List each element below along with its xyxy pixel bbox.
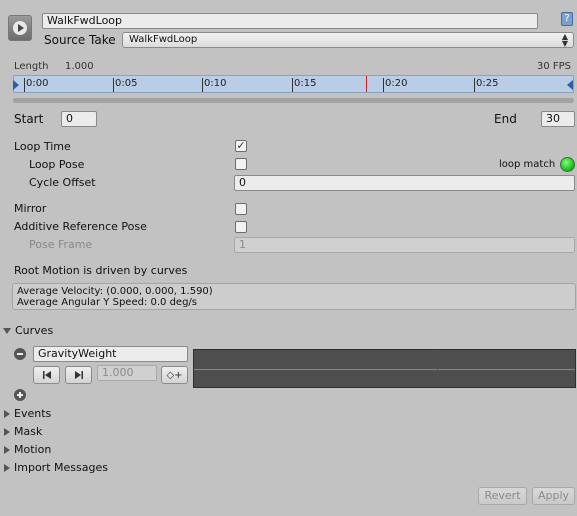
loop-pose-label: Loop Pose: [29, 158, 85, 171]
start-label: Start: [14, 112, 44, 126]
next-key-icon: [74, 371, 83, 379]
revert-button[interactable]: Revert: [478, 487, 527, 505]
tick-label: 0:00: [26, 78, 49, 89]
end-marker-icon[interactable]: [567, 80, 573, 90]
dropdown-arrows-icon: ▲ ▼: [561, 32, 568, 48]
motion-label: Motion: [14, 443, 52, 456]
import-messages-label: Import Messages: [14, 461, 108, 474]
tick-3: [292, 78, 293, 92]
average-angular-speed-text: Average Angular Y Speed: 0.0 deg/s: [17, 297, 197, 308]
playhead[interactable]: [366, 76, 367, 92]
foldout-closed-icon: [4, 428, 10, 436]
tick-4: [383, 78, 384, 92]
foldout-closed-icon: [4, 446, 10, 454]
loop-match-indicator-icon: [560, 157, 575, 172]
tick-label: 0:05: [115, 78, 138, 89]
additive-pose-label: Additive Reference Pose: [14, 220, 147, 233]
fps-label: 30 FPS: [537, 61, 572, 72]
source-take-label: Source Take: [44, 33, 116, 47]
loop-pose-checkbox[interactable]: [235, 158, 247, 170]
root-motion-title: Root Motion is driven by curves: [14, 264, 188, 277]
apply-button[interactable]: Apply: [532, 487, 575, 505]
add-key-icon: ◇+: [166, 370, 183, 381]
timeline-scrollbar[interactable]: [13, 98, 574, 103]
tick-5: [474, 78, 475, 92]
events-foldout[interactable]: Events: [4, 407, 51, 420]
length-value: 1.000: [65, 61, 94, 72]
tick-label: 0:10: [204, 78, 227, 89]
motion-foldout[interactable]: Motion: [4, 443, 51, 456]
tick-label: 0:20: [385, 78, 408, 89]
foldout-closed-icon: [4, 464, 10, 472]
prev-key-icon: [42, 371, 51, 379]
tick-label: 0:25: [476, 78, 499, 89]
average-velocity-text: Average Velocity: (0.000, 0.000, 1.590): [17, 286, 213, 297]
mirror-checkbox[interactable]: [235, 203, 247, 215]
add-key-button[interactable]: ◇+: [161, 366, 188, 384]
curves-label: Curves: [15, 324, 54, 337]
timeline-ruler[interactable]: 0:00 0:05 0:10 0:15 0:20 0:25: [13, 75, 574, 93]
help-icon[interactable]: ?: [561, 12, 573, 26]
next-key-button[interactable]: [65, 366, 92, 384]
clip-name-field[interactable]: WalkFwdLoop: [42, 13, 538, 29]
start-marker-icon[interactable]: [13, 80, 19, 90]
mask-foldout[interactable]: Mask: [4, 425, 42, 438]
curve-graph[interactable]: [193, 349, 576, 388]
cycle-offset-field[interactable]: 0: [234, 175, 575, 191]
events-label: Events: [14, 407, 52, 420]
end-label: End: [494, 112, 517, 126]
loop-time-checkbox[interactable]: ✓: [235, 140, 247, 152]
pose-frame-label: Pose Frame: [29, 238, 93, 251]
curve-value-field: 1.000: [97, 365, 157, 381]
remove-curve-icon[interactable]: [14, 348, 26, 360]
tick-1: [113, 78, 114, 92]
curve-line: [194, 369, 575, 370]
source-take-dropdown[interactable]: WalkFwdLoop ▲ ▼: [122, 32, 574, 48]
root-motion-info-box: Average Velocity: (0.000, 0.000, 1.590) …: [12, 283, 576, 310]
prev-key-button[interactable]: [33, 366, 60, 384]
loop-time-label: Loop Time: [14, 140, 71, 153]
cycle-offset-label: Cycle Offset: [29, 176, 96, 189]
tick-2: [202, 78, 203, 92]
foldout-closed-icon: [4, 410, 10, 418]
add-curve-icon[interactable]: [14, 389, 26, 401]
start-field[interactable]: 0: [61, 111, 97, 127]
curves-foldout[interactable]: Curves: [3, 324, 53, 337]
length-label: Length: [14, 61, 49, 72]
tick-label: 0:15: [294, 78, 317, 89]
mask-label: Mask: [14, 425, 43, 438]
mirror-label: Mirror: [14, 202, 47, 215]
source-take-value: WalkFwdLoop: [129, 34, 198, 45]
curve-playhead: [437, 350, 438, 387]
import-messages-foldout[interactable]: Import Messages: [4, 461, 108, 474]
foldout-open-icon: [3, 328, 11, 334]
additive-pose-checkbox[interactable]: [235, 221, 247, 233]
pose-frame-field: 1: [234, 237, 575, 253]
tick-0: [24, 78, 25, 92]
clip-icon[interactable]: [8, 15, 32, 41]
loop-match-label: loop match: [499, 159, 556, 170]
end-field[interactable]: 30: [541, 111, 575, 127]
curve-name-field[interactable]: GravityWeight: [33, 346, 188, 362]
